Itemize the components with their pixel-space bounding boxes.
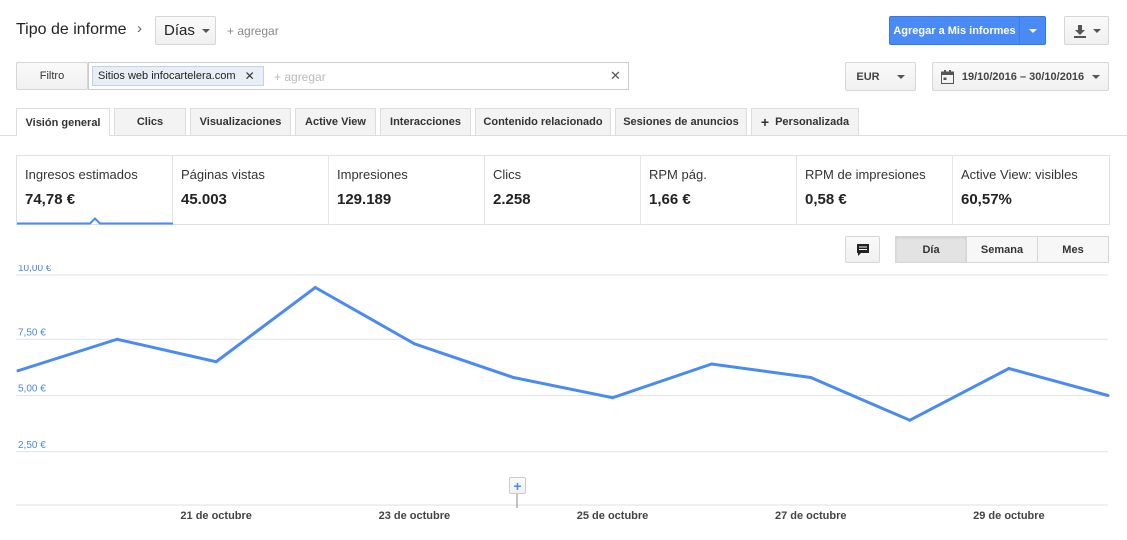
tabs-baseline	[0, 135, 1127, 136]
data-point	[214, 360, 218, 364]
annotation-button[interactable]	[845, 236, 880, 263]
date-range-value: 19/10/2016 – 30/10/2016	[961, 70, 1085, 83]
tab-personalizada-label: Personalizada	[775, 116, 850, 128]
tab-active-view[interactable]: Active View	[295, 108, 376, 135]
data-point	[809, 376, 813, 379]
metric-value: 1,66 €	[649, 191, 691, 208]
metric-ingresos-estimados[interactable]: Ingresos estimados 74,78 €	[17, 155, 173, 225]
dimension-select[interactable]: Días	[155, 16, 216, 45]
data-point	[710, 362, 714, 366]
save-report-label: Agregar a Mis informes	[893, 24, 1016, 37]
series-line	[17, 285, 1109, 422]
save-report-button[interactable]: Agregar a Mis informes	[889, 16, 1046, 45]
metric-label: RPM de impresiones	[805, 167, 926, 182]
x-tick-label: 25 de octubre	[577, 510, 649, 522]
granularity-day[interactable]: Día	[895, 236, 967, 263]
data-point	[115, 337, 119, 341]
metric-label: Clics	[493, 167, 522, 182]
x-tick-label: 21 de octubre	[180, 510, 252, 522]
download-button[interactable]	[1064, 16, 1109, 45]
data-point	[511, 376, 515, 379]
metric-rpm-impresiones[interactable]: RPM de impresiones 0,58 €	[797, 155, 953, 225]
metric-label: Páginas vistas	[181, 167, 265, 182]
add-dimension-link[interactable]: + agregar	[227, 24, 279, 38]
metric-value: 74,78 €	[25, 191, 76, 208]
plus-icon: +	[760, 114, 770, 130]
y-tick-label: 2,50 €	[18, 440, 46, 451]
data-point	[908, 418, 912, 422]
filter-button[interactable]: Filtro	[16, 62, 88, 90]
save-report-dropdown[interactable]	[1019, 17, 1045, 44]
tab-visualizaciones[interactable]: Visualizaciones	[190, 108, 291, 135]
y-tick-label: 10,00 €	[18, 265, 52, 274]
tab-contenido-relacionado[interactable]: Contenido relacionado	[475, 108, 611, 135]
tab-interacciones[interactable]: Interacciones	[380, 108, 471, 135]
data-point	[313, 286, 317, 289]
tab-vision-general[interactable]: Visión general	[16, 108, 110, 136]
data-point	[1007, 367, 1011, 370]
chevron-down-icon	[1092, 74, 1101, 79]
chevron-down-icon	[201, 28, 210, 33]
metric-value: 45.003	[181, 191, 227, 208]
filter-chip-value: infocartelera.com	[151, 70, 236, 82]
currency-value: EUR	[856, 70, 880, 83]
filter-input[interactable]: Sitios web infocartelera.com ✕ + agregar…	[88, 62, 629, 90]
metric-label: Active View: visibles	[961, 167, 1078, 182]
granularity-week[interactable]: Semana	[966, 236, 1038, 263]
close-icon[interactable]: ✕	[245, 69, 255, 83]
metric-label: RPM pág.	[649, 167, 707, 182]
x-tick-label: 27 de octubre	[775, 510, 847, 522]
chevron-right-icon: ›	[137, 20, 142, 37]
metric-impresiones[interactable]: Impresiones 129.189	[329, 155, 485, 225]
metric-value: 2.258	[493, 191, 531, 208]
chevron-down-icon	[1092, 28, 1101, 33]
metric-value: 60,57%	[961, 191, 1012, 208]
date-range-picker[interactable]: 19/10/2016 – 30/10/2016	[932, 62, 1109, 91]
comment-icon	[856, 243, 869, 256]
filter-add-placeholder[interactable]: + agregar	[274, 70, 326, 84]
tab-clics[interactable]: Clics	[114, 108, 186, 135]
currency-select[interactable]: EUR	[845, 62, 916, 91]
data-point	[412, 342, 416, 346]
chevron-down-icon	[1028, 28, 1037, 33]
metric-value: 129.189	[337, 191, 392, 208]
data-point	[611, 396, 615, 400]
metric-rpm-pag[interactable]: RPM pág. 1,66 €	[641, 155, 797, 225]
calendar-icon	[940, 69, 954, 84]
page-title: Tipo de informe	[16, 21, 127, 38]
x-tick-label: 29 de octubre	[973, 510, 1045, 522]
chevron-down-icon	[896, 74, 905, 79]
plus-icon: +	[513, 477, 522, 494]
metric-label: Ingresos estimados	[25, 167, 138, 182]
x-tick-label: 23 de octubre	[379, 510, 451, 522]
y-tick-label: 5,00 €	[18, 384, 46, 395]
add-annotation-button[interactable]: +	[509, 477, 526, 494]
metric-value: 0,58 €	[805, 191, 847, 208]
filter-chip-prefix: Sitios web	[98, 70, 149, 82]
clear-filter-icon[interactable]: ✕	[610, 68, 621, 84]
download-icon	[1073, 24, 1086, 38]
selected-metric-indicator	[17, 217, 173, 225]
metric-clics[interactable]: Clics 2.258	[485, 155, 641, 225]
tab-personalizada[interactable]: + Personalizada	[751, 108, 859, 135]
data-point	[1106, 394, 1110, 397]
metric-active-view-visibles[interactable]: Active View: visibles 60,57%	[953, 155, 1109, 225]
data-point	[16, 369, 20, 373]
dimension-select-value: Días	[164, 22, 195, 39]
revenue-line-chart: 10,00 € 7,50 € 5,00 € 2,50 € 21 de octubre 23…	[16, 265, 1110, 522]
metric-label: Impresiones	[337, 167, 408, 182]
y-tick-label: 7,50 €	[18, 327, 46, 338]
metric-paginas-vistas[interactable]: Páginas vistas 45.003	[173, 155, 329, 225]
tab-sesiones-de-anuncios[interactable]: Sesiones de anuncios	[615, 108, 747, 135]
granularity-month[interactable]: Mes	[1037, 236, 1109, 263]
filter-chip[interactable]: Sitios web infocartelera.com ✕	[92, 66, 264, 86]
